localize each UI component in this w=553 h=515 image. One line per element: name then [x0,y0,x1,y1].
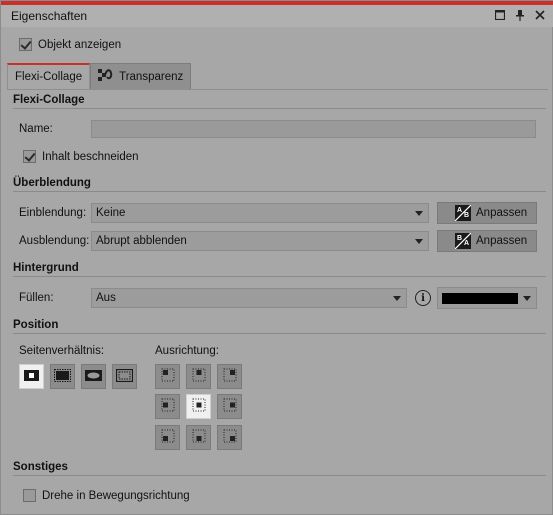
chevron-down-icon [523,296,531,301]
restore-icon[interactable] [494,9,506,21]
rotate-direction-row: Drehe in Bewegungsrichtung [23,489,190,502]
aspect-fill-button[interactable] [50,364,75,389]
align-top-left-icon [161,368,175,385]
align-top-center-icon [192,368,206,385]
fill-label: Füllen: [19,292,54,304]
tab-flexi-collage[interactable]: Flexi-Collage [7,63,91,89]
transparency-icon [98,68,114,85]
rotate-direction-checkbox[interactable] [23,489,36,502]
color-swatch [442,293,518,304]
align-top-right-icon [223,368,237,385]
transition-ab-icon: AB [455,205,471,221]
section-flexi-collage-heading: Flexi-Collage [13,94,85,106]
fade-out-select[interactable]: Abrupt abblenden [91,231,429,251]
section-misc-heading: Sonstiges [13,461,68,473]
aspect-fill-icon [54,368,71,385]
name-input[interactable] [91,120,536,138]
crop-content-label: Inhalt beschneiden [42,150,139,163]
align-bottom-left-button[interactable] [155,425,180,450]
align-middle-left-icon [161,398,175,415]
section-divider [13,191,546,192]
close-icon[interactable] [534,9,546,21]
align-middle-right-icon [223,398,237,415]
section-blend-heading: Überblendung [13,177,91,189]
rotate-direction-label: Drehe in Bewegungsrichtung [42,489,190,502]
aspect-original-button[interactable] [19,364,44,389]
chevron-down-icon [415,239,423,244]
align-center-button[interactable] [186,394,211,419]
background-color-picker[interactable] [437,287,537,309]
section-divider [13,276,546,277]
tab-divider [7,89,548,90]
chevron-down-icon [393,296,401,301]
fade-out-adjust-button[interactable]: BA Anpassen [437,230,537,252]
aspect-original-icon [24,369,39,384]
aspect-fit-button[interactable] [112,364,137,389]
align-bottom-right-icon [223,429,237,446]
fade-out-adjust-label: Anpassen [476,235,528,247]
properties-panel: Eigenschaften Objekt anzeigen Flexi-Coll… [0,0,553,515]
fade-out-value: Abrupt abblenden [96,235,187,247]
fade-in-adjust-label: Anpassen [476,207,528,219]
tab-transparenz-label: Transparenz [119,70,184,83]
fill-value: Aus [96,292,116,304]
tab-bar: Flexi-Collage Transparenz [7,63,192,89]
align-top-center-button[interactable] [186,364,211,389]
fade-out-label: Ausblendung: [19,235,90,247]
align-middle-left-button[interactable] [155,394,180,419]
title-bar: Eigenschaften [1,5,553,27]
info-icon[interactable]: i [415,290,431,306]
align-bottom-center-button[interactable] [186,425,211,450]
aspect-fit-icon [115,368,134,385]
section-divider [13,333,546,334]
chevron-down-icon [415,211,423,216]
align-bottom-right-button[interactable] [217,425,242,450]
show-object-checkbox[interactable] [19,38,32,51]
aspect-oval-button[interactable] [81,364,106,389]
align-center-icon [192,398,206,415]
align-middle-right-button[interactable] [217,394,242,419]
aspect-ratio-label: Seitenverhältnis: [19,345,105,357]
section-divider [13,108,546,109]
fade-in-select[interactable]: Keine [91,203,429,223]
show-object-label: Objekt anzeigen [38,38,122,51]
crop-content-row: Inhalt beschneiden [23,150,139,163]
fade-in-adjust-button[interactable]: AB Anpassen [437,202,537,224]
fade-in-label: Einblendung: [19,207,87,219]
section-divider [13,475,546,476]
show-object-row: Objekt anzeigen [19,38,121,51]
align-top-left-button[interactable] [155,364,180,389]
crop-content-checkbox[interactable] [23,150,36,163]
section-background-heading: Hintergrund [13,262,79,274]
align-bottom-center-icon [192,429,206,446]
alignment-label: Ausrichtung: [155,345,219,357]
fill-select[interactable]: Aus [91,288,407,308]
fade-in-value: Keine [96,207,126,219]
window-title: Eigenschaften [11,9,88,23]
align-bottom-left-icon [161,429,175,446]
aspect-oval-icon [85,369,102,384]
name-label: Name: [19,123,53,135]
transition-ba-icon: BA [455,233,471,249]
tab-flexi-collage-label: Flexi-Collage [15,71,83,83]
align-top-right-button[interactable] [217,364,242,389]
pin-icon[interactable] [514,9,526,21]
section-position-heading: Position [13,319,59,331]
tab-transparenz[interactable]: Transparenz [90,63,192,89]
